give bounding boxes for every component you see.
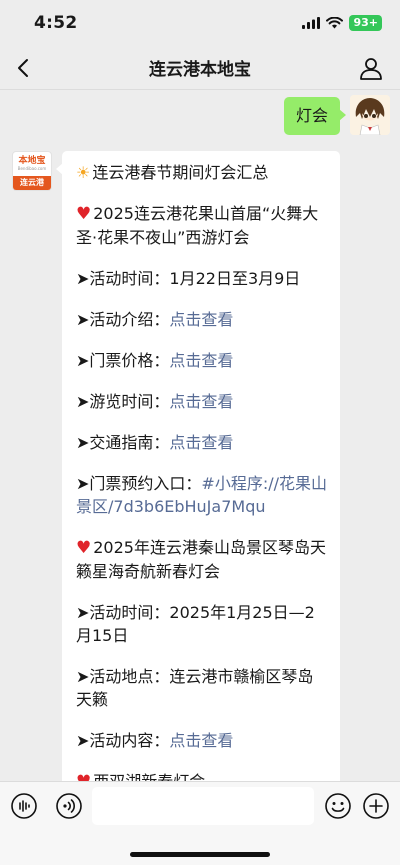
incoming-bubble: ☀ 连云港春节期间灯会汇总 ♥ 2025连云港花果山首届“火舞大圣·花果不夜山”西游灯… [56, 151, 340, 781]
sun-icon: ☀ [76, 163, 91, 182]
heart-icon: ♥ [76, 772, 91, 781]
line-text: ➤活动地点：连云港市赣榆区琴岛天籁 [76, 667, 314, 709]
user-avatar-image [350, 95, 390, 135]
heart-icon: ♥ [76, 538, 92, 558]
wifi-icon [326, 17, 344, 29]
line-label: ➤交通指南： [76, 433, 170, 452]
message-line: ➤门票预约入口：#小程序://花果山景区/7d3b6EbHuJa7Mqu [76, 472, 328, 518]
line-text: ➤活动时间：1月22日至3月9日 [76, 269, 301, 288]
account-avatar[interactable]: 本地宝 Bendibao.com 连云港 [12, 151, 52, 191]
message-line: ➤活动内容：点击查看 [76, 729, 328, 752]
emoji-icon[interactable] [324, 792, 352, 820]
message-line: ➤活动时间：2025年1月25日—2月15日 [76, 601, 328, 647]
line-label: ➤门票预约入口： [76, 474, 202, 493]
message-line: ☀ 连云港春节期间灯会汇总 [76, 161, 328, 184]
outgoing-message: 灯会 [283, 95, 390, 135]
add-icon[interactable] [362, 792, 390, 820]
audio-wave-icon[interactable] [55, 792, 83, 820]
logo-city: 连云港 [13, 176, 51, 190]
home-indicator [130, 852, 270, 857]
message-line: ➤门票价格：点击查看 [76, 349, 328, 372]
message-line: ➤活动介绍：点击查看 [76, 308, 328, 331]
incoming-message: 本地宝 Bendibao.com 连云港 ☀ 连云港春节期间灯会汇总 ♥ 2025连云… [12, 151, 340, 781]
line-label: ➤活动内容： [76, 731, 170, 750]
brand-logo: 本地宝 Bendibao.com [13, 152, 51, 176]
profile-icon[interactable] [358, 55, 384, 81]
heading-text: 2025连云港花果山首届“火舞大圣·花果不夜山”西游灯会 [76, 204, 319, 247]
status-time: 4:52 [34, 13, 78, 33]
message-line: ➤活动时间：1月22日至3月9日 [76, 267, 328, 290]
signal-icon [302, 17, 321, 29]
line-text: ➤活动时间：2025年1月25日—2月15日 [76, 603, 315, 645]
heading-text: 西双湖新春灯会 [93, 772, 205, 781]
chat-area[interactable]: 灯会 本地宝 Bendibao.com 连云港 ☀ 连云港春节期间灯会汇总 ♥ 202… [0, 91, 400, 781]
message-input[interactable] [92, 787, 314, 825]
heading-text: 连云港春节期间灯会汇总 [92, 163, 269, 182]
user-avatar[interactable] [350, 95, 390, 135]
message-line: ♥ 2025年连云港秦山岛景区琴岛天籁星海奇航新春灯会 [76, 536, 328, 583]
detail-link[interactable]: 点击查看 [169, 351, 233, 370]
logo-domain: Bendibao.com [17, 166, 47, 171]
heading-text: 2025年连云港秦山岛景区琴岛天籁星海奇航新春灯会 [76, 538, 326, 581]
status-icons: 93+ [302, 15, 382, 31]
heart-icon: ♥ [76, 204, 92, 224]
logo-text: 本地宝 [18, 156, 46, 166]
detail-link[interactable]: 点击查看 [169, 310, 233, 329]
page-title: 连云港本地宝 [149, 60, 251, 80]
message-line: ➤活动地点：连云港市赣榆区琴岛天籁 [76, 665, 328, 711]
outgoing-text: 灯会 [295, 106, 328, 125]
back-icon[interactable] [12, 56, 36, 80]
line-label: ➤游览时间： [76, 392, 170, 411]
line-label: ➤门票价格： [76, 351, 170, 370]
battery-indicator: 93+ [349, 15, 382, 31]
status-bar: 4:52 93+ [0, 0, 400, 46]
outgoing-bubble[interactable]: 灯会 [283, 97, 347, 135]
message-line: ♥ 2025连云港花果山首届“火舞大圣·花果不夜山”西游灯会 [76, 202, 328, 249]
detail-link[interactable]: 点击查看 [169, 392, 233, 411]
message-line: ♥西双湖新春灯会 [76, 770, 328, 781]
message-line: ➤游览时间：点击查看 [76, 390, 328, 413]
line-label: ➤活动介绍： [76, 310, 170, 329]
detail-link[interactable]: 点击查看 [169, 433, 233, 452]
message-line: ➤交通指南：点击查看 [76, 431, 328, 454]
detail-link[interactable]: 点击查看 [169, 731, 233, 750]
nav-bar: 连云港本地宝 [0, 46, 400, 90]
voice-icon[interactable] [10, 792, 38, 820]
